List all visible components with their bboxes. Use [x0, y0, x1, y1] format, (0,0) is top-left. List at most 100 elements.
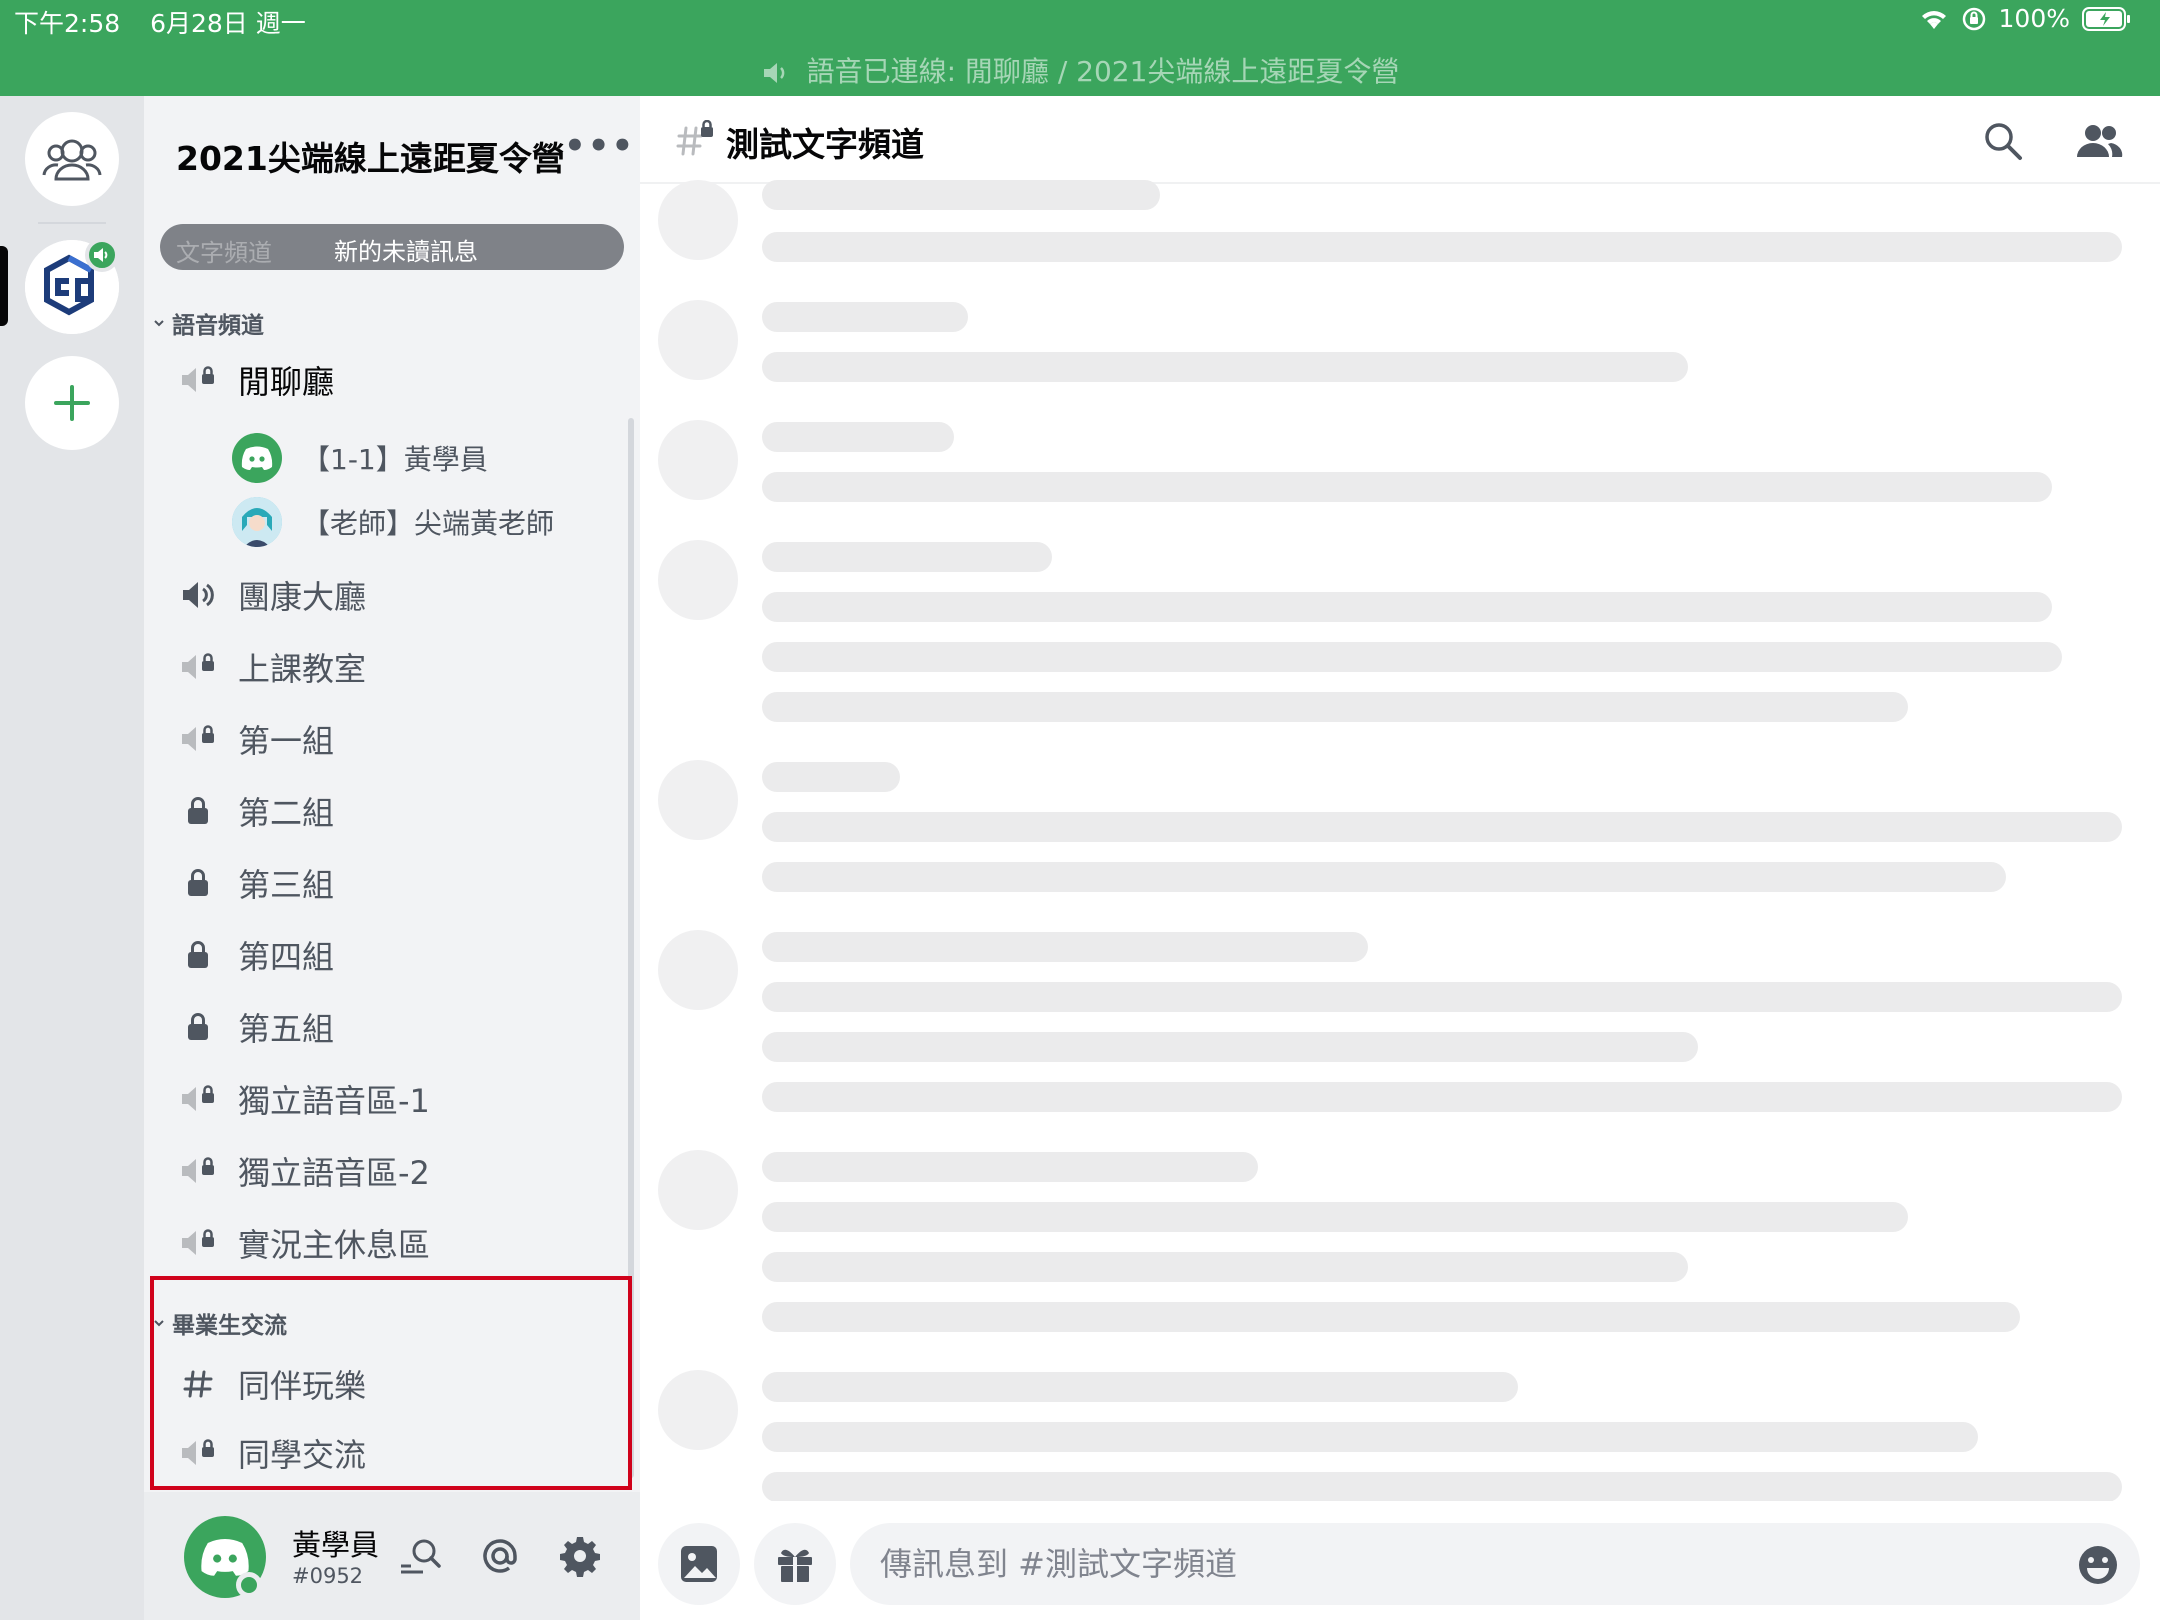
emoji-button[interactable] [2076, 1543, 2120, 1587]
channel-name: 閒聊廳 [238, 363, 335, 401]
server-rail [0, 96, 144, 1620]
skeleton-avatar [658, 1150, 738, 1230]
server-icon-2021-camp[interactable] [25, 238, 119, 334]
voice-banner-text: 語音已連線: 閒聊廳 / 2021尖端線上遠距夏令營 [806, 55, 1400, 88]
channel-name: 同伴玩樂 [238, 1367, 367, 1405]
at-sign-icon [483, 1539, 517, 1573]
skeleton-line [762, 1152, 1258, 1182]
channel-name: 上課教室 [238, 650, 367, 688]
channel-item-classmates[interactable]: 同學交流 [180, 1423, 366, 1483]
gift-icon [778, 1549, 812, 1582]
user-name: 黃學員 [292, 1528, 380, 1562]
avatar [232, 433, 282, 483]
channel-name: 第四組 [238, 938, 335, 976]
channel-item-voice-lounge[interactable]: 閒聊廳 [180, 350, 334, 410]
voice-user-name: 【老師】尖端黃老師 [302, 507, 555, 540]
discord-logo-icon [201, 1539, 249, 1576]
member-list-button[interactable] [2074, 116, 2124, 166]
voice-active-badge [85, 238, 119, 272]
voice-locked-icon [180, 1153, 216, 1189]
voice-user-item[interactable]: 【1-1】黃學員 [232, 430, 488, 486]
channel-title: 測試文字頻道 [726, 125, 924, 164]
unread-category-label: 文字頻道 [176, 239, 272, 267]
search-button[interactable] [1978, 116, 2028, 166]
skeleton-line [762, 472, 2052, 502]
channel-item-group-2[interactable]: 第二組 [180, 781, 334, 841]
channel-name: 第五組 [238, 1010, 335, 1048]
status-clock: 下午2:58 [14, 9, 121, 38]
skeleton-line [762, 422, 954, 452]
unread-label: 新的未讀訊息 [334, 238, 478, 266]
voice-locked-icon [180, 1435, 216, 1471]
chevron-down-icon [154, 1320, 164, 1327]
speaker-icon [94, 248, 108, 262]
new-unread-messages-pill[interactable]: 文字頻道 新的未讀訊息 [160, 224, 624, 270]
skeleton-line [762, 982, 2122, 1012]
add-server-button[interactable] [25, 356, 119, 450]
channel-item-solo-voice-2[interactable]: 獨立語音區-2 [180, 1141, 430, 1201]
discord-logo-icon [241, 446, 273, 470]
status-time: 下午2:58 6月28日 週一 [14, 4, 306, 40]
lock-icon [180, 937, 216, 973]
voice-locked-icon [180, 649, 216, 685]
attach-image-button[interactable] [658, 1523, 740, 1605]
mentions-button[interactable] [476, 1532, 524, 1580]
channel-item-classroom[interactable]: 上課教室 [180, 637, 366, 697]
search-member-button[interactable] [396, 1532, 444, 1580]
channel-item-group-5[interactable]: 第五組 [180, 997, 334, 1057]
smiley-face-icon [2079, 1546, 2117, 1584]
category-voice-channels[interactable]: 語音頻道 [152, 306, 264, 340]
speaker-icon [763, 63, 784, 83]
channel-name: 獨立語音區-1 [238, 1082, 430, 1120]
skeleton-line [762, 1202, 1908, 1232]
selected-server-indicator [0, 246, 8, 326]
anime-avatar-icon [232, 497, 282, 547]
hash-icon [180, 1366, 216, 1402]
skeleton-line [762, 232, 2122, 262]
skeleton-line [762, 692, 1908, 722]
skeleton-line [762, 302, 968, 332]
online-status-indicator [236, 1572, 262, 1598]
settings-button[interactable] [556, 1532, 604, 1580]
members-icon [2077, 125, 2123, 157]
skeleton-avatar [658, 420, 738, 500]
channel-item-companions[interactable]: 同伴玩樂 [180, 1354, 366, 1414]
server-name[interactable]: 2021尖端線上遠距夏令營 [176, 132, 565, 180]
voice-connected-banner[interactable]: 語音已連線: 閒聊廳 / 2021尖端線上遠距夏令營 [0, 50, 2160, 90]
battery-percent: 100% [1998, 4, 2070, 33]
voice-locked-icon [180, 1225, 216, 1261]
message-input[interactable] [850, 1523, 2140, 1605]
channel-name: 獨立語音區-2 [238, 1154, 430, 1192]
skeleton-line [762, 642, 2062, 672]
skeleton-line [762, 1422, 1978, 1452]
sidebar-scrollbar[interactable] [628, 418, 634, 1478]
image-icon [681, 1546, 717, 1582]
chevron-down-icon [154, 320, 164, 327]
skeleton-line [762, 762, 900, 792]
text-locked-channel-icon [676, 119, 716, 162]
channel-header: 測試文字頻道 [640, 96, 2160, 184]
channel-item-group-1[interactable]: 第一組 [180, 709, 334, 769]
skeleton-line [762, 1082, 2122, 1112]
channel-item-streamer-lounge[interactable]: 實況主休息區 [180, 1213, 430, 1273]
voice-user-name: 【1-1】黃學員 [302, 443, 488, 476]
channel-item-group-hall[interactable]: 團康大廳 [180, 565, 366, 625]
category-alumni[interactable]: 畢業生交流 [152, 1306, 287, 1340]
channel-item-solo-voice-1[interactable]: 獨立語音區-1 [180, 1069, 430, 1129]
voice-user-item[interactable]: 【老師】尖端黃老師 [232, 494, 554, 550]
server-menu-button[interactable]: ••• [564, 126, 635, 166]
rotation-lock-icon [1962, 7, 1985, 30]
skeleton-line [762, 1302, 2020, 1332]
channel-item-group-4[interactable]: 第四組 [180, 925, 334, 985]
direct-messages-button[interactable] [25, 112, 119, 206]
person-search-icon [401, 1539, 441, 1574]
status-indicators: 100% [1919, 4, 2132, 33]
message-composer [640, 1501, 2160, 1620]
wifi-icon [1921, 10, 1946, 29]
friends-icon [42, 139, 102, 181]
channel-item-group-3[interactable]: 第三組 [180, 853, 334, 913]
channel-name: 第二組 [238, 794, 335, 832]
gift-button[interactable] [754, 1523, 836, 1605]
lock-icon [180, 793, 216, 829]
category-label: 畢業生交流 [172, 1313, 287, 1339]
